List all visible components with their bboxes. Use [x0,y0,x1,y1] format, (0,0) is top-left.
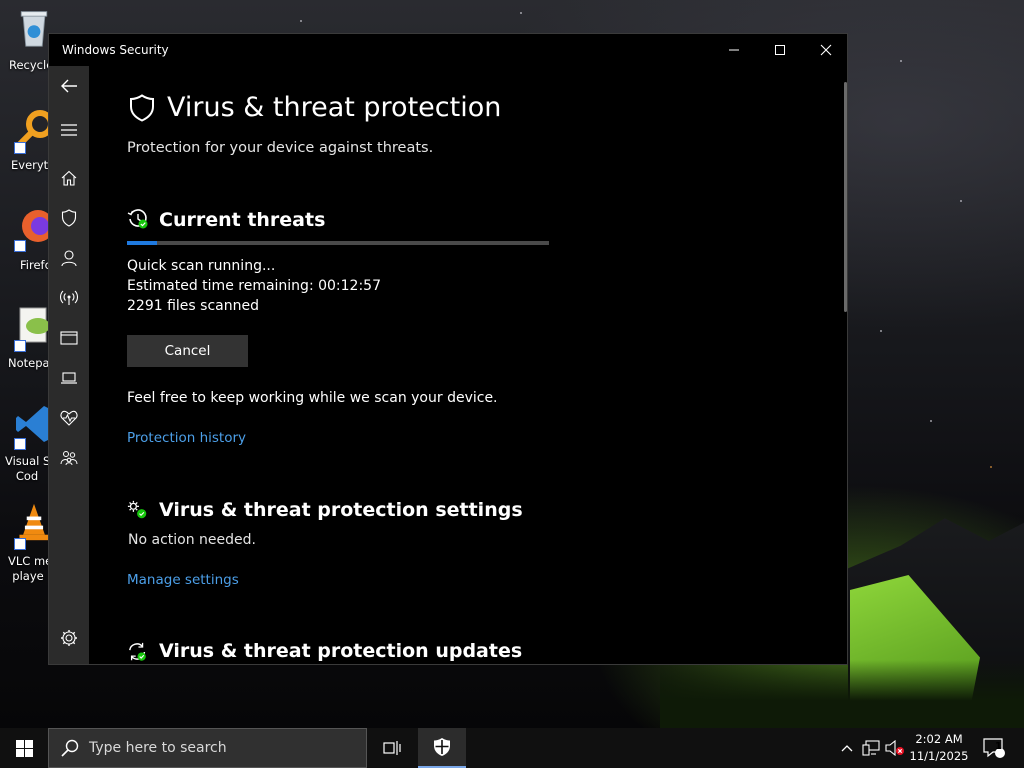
foreground-grass [660,660,1024,728]
nav-device-security[interactable] [49,360,89,396]
desktop-icon-label: Visual St Cod [5,454,55,483]
scan-eta: Estimated time remaining: 00:12:57 [127,278,381,294]
taskbar-search-box[interactable]: Type here to search [48,728,367,768]
firewall-network-icon [60,290,78,305]
task-view-icon [383,741,401,755]
gear-icon [61,630,77,646]
scan-progress-bar [127,241,549,245]
nav-firewall[interactable] [49,280,89,316]
star [900,60,902,62]
nav-settings[interactable] [49,620,89,656]
history-scan-icon [127,209,148,229]
nav-family-options[interactable] [49,440,89,476]
window-title: Windows Security [62,43,169,57]
nav-device-health[interactable] [49,400,89,436]
network-tray-button[interactable] [860,728,882,768]
title-bar[interactable]: Windows Security [49,34,847,66]
network-icon [862,740,880,756]
star [930,420,932,422]
nav-account-protection[interactable] [49,240,89,276]
manage-settings-link[interactable]: Manage settings [127,572,239,588]
shield-icon [130,94,154,122]
shield-icon [61,209,77,227]
shortcut-arrow-icon [14,538,26,550]
back-arrow-icon [61,79,77,93]
star [990,466,992,468]
scrollbar[interactable] [844,82,847,312]
shortcut-arrow-icon [14,142,26,154]
scan-status: Quick scan running... [127,258,276,274]
notification-center-button[interactable]: 1 [978,728,1010,768]
account-icon [61,249,77,266]
clock-date: 11/1/2025 [909,749,969,763]
notification-icon [983,738,1005,758]
updates-refresh-icon [129,642,146,661]
scan-progress-fill [127,241,157,245]
notification-badge-count: 1 [995,741,1002,752]
minimize-icon [729,49,739,51]
page-subtitle: Protection for your device against threa… [127,140,434,156]
volume-tray-button[interactable] [884,728,906,768]
device-health-icon [60,410,78,426]
nav-home[interactable] [49,160,89,196]
taskbar: Type here to search 2:02 AM 11/1/2025 1 [0,728,1024,768]
minimize-button[interactable] [711,34,757,66]
current-threats-title: Current threats [159,209,326,231]
taskbar-windows-security[interactable] [418,728,466,768]
show-hidden-icons-button[interactable] [838,728,856,768]
volume-muted-icon [885,740,904,756]
desktop-icon-label: VLC me playe [8,554,53,583]
nav-app-browser[interactable] [49,320,89,356]
maximize-icon [775,45,785,55]
hamburger-menu-icon [61,124,77,136]
device-security-icon [61,372,77,384]
windows-security-window: Windows Security Virus & threat protecti… [48,33,848,665]
settings-gears-icon [127,500,147,519]
windows-security-shield-icon [434,738,450,756]
navigation-rail [49,66,89,664]
family-options-icon [60,451,78,466]
maximize-button[interactable] [757,34,803,66]
protection-history-link[interactable]: Protection history [127,430,246,446]
star [520,12,522,14]
close-icon [820,44,832,56]
windows-logo-icon [15,739,33,757]
star [300,20,302,22]
protection-updates-title: Virus & threat protection updates [159,640,523,662]
app-browser-control-icon [60,331,78,345]
star [960,200,962,202]
chevron-up-icon [841,745,853,752]
search-icon [61,739,79,757]
shortcut-arrow-icon [14,438,26,450]
shortcut-arrow-icon [14,240,26,252]
shortcut-arrow-icon [14,340,26,352]
taskbar-clock[interactable]: 2:02 AM 11/1/2025 [908,731,970,765]
cancel-scan-button[interactable]: Cancel [127,335,248,367]
back-button[interactable] [49,68,89,104]
nav-virus-protection[interactable] [49,200,89,236]
close-button[interactable] [803,34,847,66]
protection-settings-title: Virus & threat protection settings [159,499,523,521]
start-button[interactable] [0,728,48,768]
task-view-button[interactable] [368,728,416,768]
scan-note: Feel free to keep working while we scan … [127,390,498,406]
star [880,330,882,332]
files-scanned: 2291 files scanned [127,298,259,314]
home-icon [61,170,77,186]
search-placeholder: Type here to search [89,740,227,756]
page-title: Virus & threat protection [167,92,502,123]
clock-time: 2:02 AM [915,732,963,746]
menu-button[interactable] [49,112,89,148]
settings-status: No action needed. [128,532,256,548]
